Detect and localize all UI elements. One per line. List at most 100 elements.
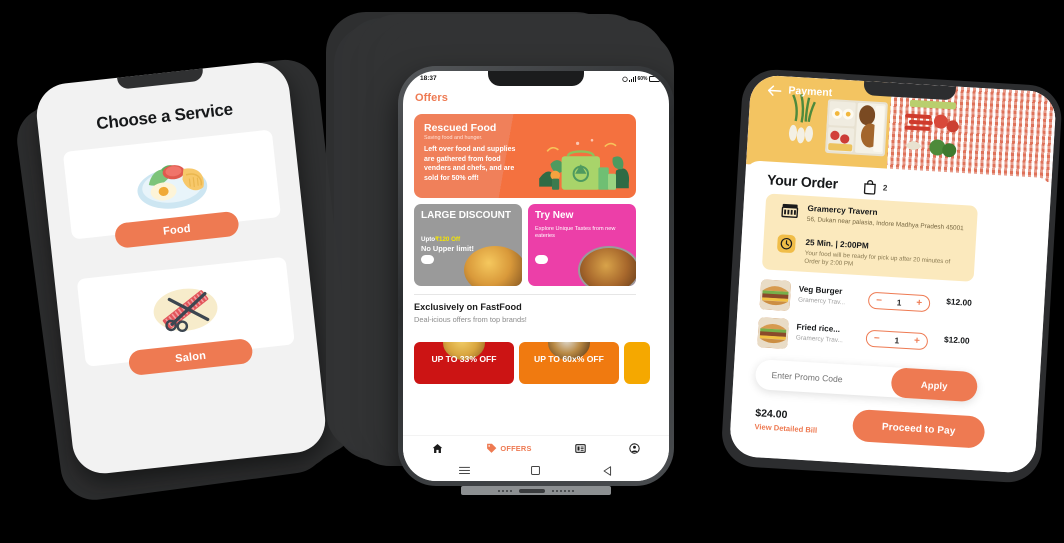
restaurant-info-card: Gramercy Travern 56, Dukan near palasia,… — [761, 193, 978, 282]
recents-menu-icon[interactable] — [459, 465, 471, 476]
right-phone: Payment Your Order 2 Gramercy Travern 56… — [720, 67, 1064, 485]
order-item-restaurant: Gramercy Trav... — [795, 334, 844, 345]
decrement-button[interactable]: − — [874, 333, 880, 344]
rescued-food-subtitle: Saving food and hunger. — [424, 135, 483, 141]
try-new-title: Try New — [535, 210, 574, 221]
account-icon — [628, 442, 640, 454]
left-phone-body: Choose a Service Food Salon — [33, 59, 329, 477]
order-total: $24.00 — [754, 407, 788, 422]
center-phone-notch — [488, 71, 584, 86]
order-item-row: Fried rice... Gramercy Trav... − 1 + $12… — [757, 317, 990, 363]
storefront-icon — [781, 203, 799, 218]
bottom-nav: OFFERS — [403, 435, 669, 460]
nav-label-offers: OFFERS — [500, 443, 532, 453]
alarm-icon — [622, 76, 628, 82]
status-time: 18:37 — [420, 75, 437, 82]
section-divider — [414, 294, 636, 295]
rescued-food-title: Rescued Food — [424, 122, 497, 134]
pickup-time: 25 Min. | 2:00PM — [805, 237, 869, 251]
restaurant-name: Gramercy Travern — [807, 203, 878, 218]
try-new-subtitle: Explore Unique Tastes from new eateries — [535, 226, 616, 239]
burger-photo — [759, 279, 792, 311]
offers-tag-icon — [487, 443, 497, 453]
curry-bowl-photo — [578, 246, 636, 286]
android-nav-bar — [403, 460, 669, 481]
rescued-food-body: Left over food and supplies are gathered… — [424, 146, 516, 182]
large-discount-note: No Upper limit! — [421, 244, 474, 253]
payment-header-title: Payment — [788, 84, 833, 100]
clock-icon — [776, 234, 796, 254]
brand-offer-label: UP TO 60x% OFF — [534, 354, 604, 364]
brand-offer-label: UP TO 33% OFF — [431, 354, 497, 364]
right-phone-screen: Payment Your Order 2 Gramercy Travern 56… — [728, 74, 1057, 474]
card-indicator-dot — [421, 255, 434, 264]
brand-offer-tile[interactable]: UP TO 33% OFF — [414, 342, 514, 384]
restaurant-address: 56, Dukan near palasia, Indore Madhya Pr… — [806, 215, 964, 233]
nav-item-offers[interactable]: OFFERS — [486, 443, 531, 454]
exclusive-section-subtitle: Deal-icious offers from top brands! — [414, 315, 527, 324]
view-detailed-bill-link[interactable]: View Detailed Bill — [754, 422, 817, 435]
quantity-value: 1 — [896, 296, 902, 308]
signal-icon — [629, 75, 636, 82]
mockup-stage: Choose a Service Food Salon 18:37 60% Of… — [0, 0, 1064, 543]
card-indicator-dot — [535, 255, 548, 264]
exclusive-section-title: Exclusively on FastFood — [414, 302, 522, 312]
upto-value: ₹120 Off — [435, 236, 461, 243]
order-item-name: Fried rice... — [796, 322, 841, 335]
spring-onion-photo — [788, 94, 816, 144]
promo-code-row: Apply — [754, 359, 979, 403]
right-phone-rotation: Payment Your Order 2 Gramercy Travern 56… — [714, 62, 1064, 485]
promo-code-input[interactable] — [755, 369, 892, 388]
try-new-card[interactable]: Try New Explore Unique Tastes from new e… — [528, 204, 636, 286]
food-plate-icon — [126, 146, 219, 222]
shopping-bag-icon — [863, 180, 876, 195]
brand-offer-tile[interactable]: UP TO 60x% OFF — [519, 342, 619, 384]
order-item-count: 2 — [882, 183, 888, 193]
home-icon — [433, 443, 443, 453]
rescued-food-card[interactable]: Rescued Food Saving food and hunger. Lef… — [414, 114, 636, 198]
large-discount-upto: Upto₹120 Off — [421, 236, 460, 243]
home-square-icon[interactable] — [530, 465, 541, 476]
offers-header-title: Offers — [415, 92, 448, 104]
quantity-value: 1 — [894, 334, 900, 346]
burger-photo — [757, 317, 789, 349]
pickup-time-note: Your food will be ready for pick up afte… — [804, 249, 951, 269]
your-order-title: Your Order — [766, 171, 839, 192]
left-phone: Choose a Service Food Salon — [33, 59, 329, 477]
vegetables-photo — [904, 99, 959, 158]
nav-item-orders[interactable] — [574, 443, 586, 454]
nav-item-account[interactable] — [628, 442, 640, 454]
battery-icon — [649, 75, 662, 82]
veg-tray-photo — [825, 99, 888, 157]
back-arrow-icon[interactable] — [766, 83, 783, 98]
center-phone: 18:37 60% Offers Rescued Food Saving foo… — [398, 66, 674, 495]
order-item-price: $12.00 — [945, 296, 973, 308]
upto-prefix: Upto — [421, 236, 436, 243]
increment-button[interactable]: + — [914, 335, 920, 346]
large-discount-title: LARGE DISCOUNT — [421, 210, 511, 221]
battery-percent: 60% — [637, 75, 648, 82]
order-item-row: Veg Burger Gramercy Trav... − 1 + $12.00 — [759, 279, 992, 325]
apply-promo-button[interactable]: Apply — [890, 367, 979, 403]
center-phone-frame: 18:37 60% Offers Rescued Food Saving foo… — [398, 66, 674, 486]
proceed-to-pay-button[interactable]: Proceed to Pay — [851, 408, 986, 449]
scissors-comb-icon — [139, 273, 232, 349]
biryani-photo — [464, 246, 522, 286]
back-triangle-icon[interactable] — [602, 465, 613, 476]
phone-speaker-grill — [461, 486, 611, 495]
brand-offer-tile[interactable] — [624, 342, 650, 384]
decrement-button[interactable]: − — [876, 295, 882, 306]
center-phone-screen: 18:37 60% Offers Rescued Food Saving foo… — [403, 71, 669, 481]
recycle-bag-illustration — [539, 138, 630, 190]
order-item-restaurant: Gramercy Trav... — [797, 296, 846, 307]
status-indicators: 60% — [622, 75, 662, 82]
quantity-stepper[interactable]: − 1 + — [867, 291, 931, 313]
order-item-name: Veg Burger — [798, 284, 843, 297]
orders-list-icon — [574, 443, 586, 453]
quantity-stepper[interactable]: − 1 + — [865, 329, 929, 351]
nav-item-home[interactable] — [432, 443, 443, 454]
offers-scroll-area[interactable]: Rescued Food Saving food and hunger. Lef… — [403, 110, 669, 435]
order-item-price: $12.00 — [943, 334, 970, 346]
increment-button[interactable]: + — [916, 297, 922, 308]
large-discount-card[interactable]: LARGE DISCOUNT Upto₹120 Off No Upper lim… — [414, 204, 522, 286]
